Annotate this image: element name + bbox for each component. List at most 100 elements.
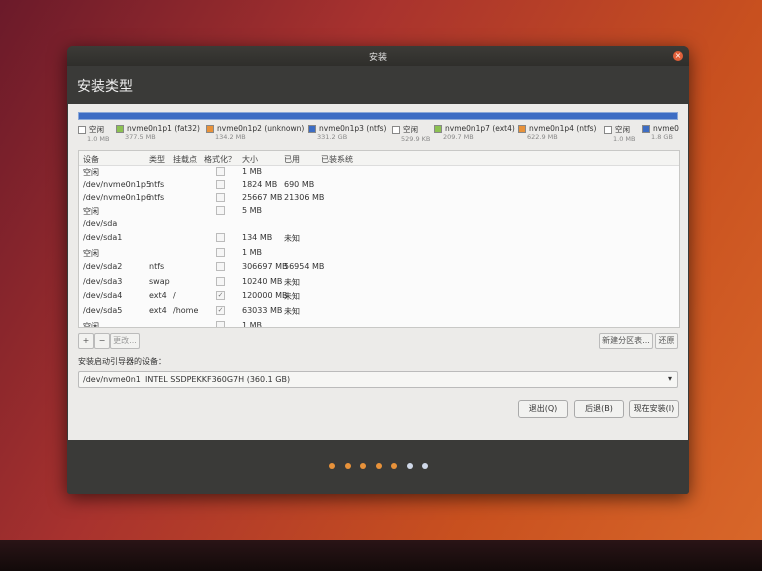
cell-used: 21306 MB xyxy=(284,193,325,202)
cell-used: 未知 xyxy=(284,278,300,287)
cell-device: /dev/nvme0n1p6 xyxy=(83,193,152,202)
legend-size: 377.5 MB xyxy=(125,133,156,141)
format-checkbox[interactable] xyxy=(216,180,225,189)
legend-name: nvme0n1p3 (ntfs) xyxy=(319,124,387,133)
add-partition-button[interactable]: + xyxy=(78,333,94,349)
table-row[interactable]: /dev/sda3 swap 10240 MB 未知 xyxy=(79,275,679,288)
legend-swatch xyxy=(518,125,526,133)
format-checkbox[interactable] xyxy=(216,167,225,176)
cell-size: 1 MB xyxy=(242,248,263,257)
cell-type: ext4 xyxy=(149,306,167,315)
cell-type: swap xyxy=(149,277,170,286)
progress-footer xyxy=(67,440,689,494)
col-format[interactable]: 格式化？ xyxy=(204,154,236,165)
change-partition-button[interactable]: 更改... xyxy=(110,333,140,349)
legend-name: 空闲 xyxy=(89,125,104,134)
cell-device: /dev/sda1 xyxy=(83,233,123,242)
cell-device: 空闲 xyxy=(83,207,99,216)
cell-size: 5 MB xyxy=(242,206,263,215)
legend-swatch xyxy=(116,125,124,133)
legend-item: nvme0n1p7 (ext4) 209.7 MB xyxy=(434,124,515,141)
col-device[interactable]: 设备 xyxy=(83,154,99,165)
progress-dot xyxy=(391,463,397,469)
table-row[interactable]: 空闲 1 MB xyxy=(79,319,679,327)
remove-partition-button[interactable]: − xyxy=(94,333,110,349)
format-checkbox[interactable] xyxy=(216,193,225,202)
legend-size: 209.7 MB xyxy=(443,133,474,141)
boot-device-select[interactable]: /dev/nvme0n1 INTEL SSDPEKKF360G7H (360.1… xyxy=(78,371,678,388)
format-checkbox[interactable] xyxy=(216,262,225,271)
legend-name: nvme0n1p4 (ntfs) xyxy=(529,124,597,133)
cell-type: ntfs xyxy=(149,180,165,189)
cell-size: 63033 MB xyxy=(242,306,283,315)
legend-size: 622.9 MB xyxy=(527,133,558,141)
col-type[interactable]: 类型 xyxy=(149,154,165,165)
cell-used: 未知 xyxy=(284,307,300,316)
cell-used: 690 MB xyxy=(284,180,315,189)
legend-size: 331.2 GB xyxy=(317,133,348,141)
table-row[interactable]: 空闲 5 MB xyxy=(79,204,679,217)
table-row[interactable]: /dev/sda xyxy=(79,217,679,230)
close-icon[interactable]: × xyxy=(673,51,683,61)
legend-size: 134.2 MB xyxy=(215,133,246,141)
legend-item: nvme0 1.8 GB xyxy=(642,124,679,141)
legend-item: nvme0n1p4 (ntfs) 622.9 MB xyxy=(518,124,596,141)
progress-dot xyxy=(329,463,335,469)
boot-device-path: /dev/nvme0n1 xyxy=(83,375,141,384)
progress-dot xyxy=(422,463,428,469)
legend-swatch xyxy=(642,125,650,133)
cell-device: 空闲 xyxy=(83,168,99,177)
col-size[interactable]: 大小 xyxy=(242,154,258,165)
cell-size: 120000 MB xyxy=(242,291,288,300)
install-now-button[interactable]: 现在安装(I) xyxy=(629,400,679,418)
window-title: 安装 xyxy=(368,53,387,63)
format-checkbox[interactable] xyxy=(216,321,225,327)
table-row[interactable]: /dev/sda4 ext4 / 120000 MB 未知 ✓ xyxy=(79,289,679,302)
legend-name: 空闲 xyxy=(615,125,630,134)
boot-device-label: 安装启动引导器的设备： xyxy=(78,357,166,366)
new-partition-table-button[interactable]: 新建分区表... xyxy=(599,333,653,349)
col-used[interactable]: 已用 xyxy=(284,154,300,165)
cell-device: /dev/sda3 xyxy=(83,277,123,286)
format-checkbox[interactable]: ✓ xyxy=(216,306,225,315)
legend-item: nvme0n1p2 (unknown) 134.2 MB xyxy=(206,124,304,141)
table-row[interactable]: 空闲 1 MB xyxy=(79,246,679,259)
legend-name: nvme0 xyxy=(653,124,679,133)
monitor-bezel xyxy=(0,540,762,571)
legend-item: 空闲 1.0 MB xyxy=(78,124,109,143)
back-button[interactable]: 后退(B) xyxy=(574,400,624,418)
partition-table[interactable]: 设备 类型 挂载点 格式化？ 大小 已用 已装系统 空闲 1 MB/dev/nvm… xyxy=(78,150,680,328)
table-row[interactable]: /dev/nvme0n1p6 ntfs 25667 MB 21306 MB xyxy=(79,191,679,204)
format-checkbox[interactable] xyxy=(216,206,225,215)
cell-device: 空闲 xyxy=(83,249,99,258)
cell-mount: / xyxy=(173,291,176,300)
format-checkbox[interactable] xyxy=(216,248,225,257)
format-checkbox[interactable] xyxy=(216,277,225,286)
progress-dot xyxy=(344,463,351,469)
legend-item: 空闲 529.9 KB xyxy=(392,124,430,143)
quit-button[interactable]: 退出(Q) xyxy=(518,400,568,418)
table-row[interactable]: /dev/sda1 134 MB 未知 xyxy=(79,231,679,244)
table-row[interactable]: /dev/sda2 ntfs 306697 MB 56954 MB xyxy=(79,260,679,273)
format-checkbox[interactable]: ✓ xyxy=(216,291,225,300)
col-system[interactable]: 已装系统 xyxy=(321,154,353,165)
legend-swatch xyxy=(308,125,316,133)
cell-type: ntfs xyxy=(149,193,165,202)
revert-button[interactable]: 还原 xyxy=(655,333,678,349)
col-mount[interactable]: 挂载点 xyxy=(173,154,197,165)
cell-used: 未知 xyxy=(284,292,300,301)
progress-dot xyxy=(406,463,413,469)
table-row[interactable]: 空闲 1 MB xyxy=(79,165,679,178)
table-row[interactable]: /dev/nvme0n1p5 ntfs 1824 MB 690 MB xyxy=(79,178,679,191)
format-checkbox[interactable] xyxy=(216,233,225,242)
table-row[interactable]: /dev/sda5 ext4/home 63033 MB 未知 ✓ xyxy=(79,304,679,317)
legend-size: 1.0 MB xyxy=(87,135,110,143)
cell-used: 56954 MB xyxy=(284,262,325,271)
legend-swatch xyxy=(604,126,612,134)
boot-device-model: INTEL SSDPEKKF360G7H (360.1 GB) xyxy=(145,375,291,384)
cell-size: 1 MB xyxy=(242,167,263,176)
progress-dot xyxy=(360,463,366,469)
partition-legend: 空闲 1.0 MB nvme0n1p1 (fat32) 377.5 MB nvme0n1… xyxy=(78,124,679,148)
cell-device: /dev/sda4 xyxy=(83,291,123,300)
cell-device: /dev/sda xyxy=(83,219,118,228)
